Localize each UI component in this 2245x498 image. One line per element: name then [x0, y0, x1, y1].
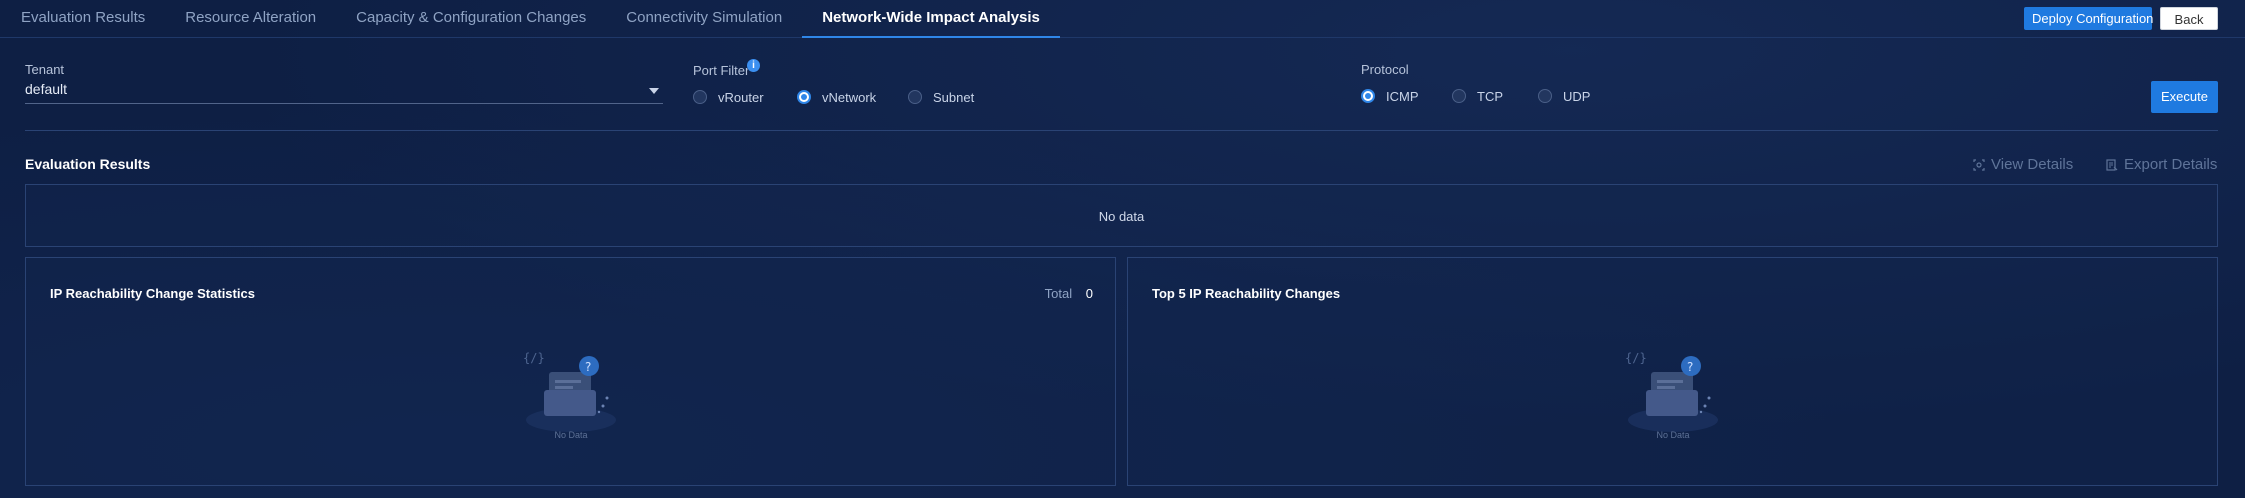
tab-resource-alteration[interactable]: Resource Alteration [165, 0, 336, 38]
tab-connectivity-simulation[interactable]: Connectivity Simulation [606, 0, 802, 38]
total-label: Total [1044, 286, 1073, 301]
svg-text:{/}: {/} [1625, 351, 1647, 365]
evaluation-results-title: Evaluation Results [25, 156, 151, 172]
port-radio-vrouter[interactable]: vRouter [693, 88, 764, 106]
port-option-label: vNetwork [822, 89, 877, 105]
empty-state-text: No Data [1656, 430, 1690, 440]
tenant-select[interactable]: default [25, 80, 663, 104]
info-icon[interactable]: i [747, 59, 760, 72]
protocol-radio-tcp[interactable]: TCP [1452, 87, 1503, 105]
view-details-button[interactable]: View Details [1973, 156, 2073, 173]
protocol-option-label: ICMP [1386, 88, 1419, 104]
empty-state-text: No Data [554, 430, 588, 440]
top-tab-bar: Evaluation Results Resource Alteration C… [0, 0, 2245, 38]
radio-dot [797, 90, 811, 104]
tenant-label: Tenant [25, 62, 65, 77]
deploy-configuration-button[interactable]: Deploy Configuration [2024, 7, 2153, 30]
radio-dot [1361, 89, 1375, 103]
port-option-label: vRouter [718, 89, 764, 105]
tab-list: Evaluation Results Resource Alteration C… [0, 0, 1060, 38]
tab-network-wide-impact-analysis[interactable]: Network-Wide Impact Analysis [802, 0, 1060, 38]
port-filter-label: Port Filter [693, 63, 750, 78]
radio-dot [1452, 89, 1466, 103]
no-data-illustration-icon: {/} ? [523, 351, 616, 432]
protocol-radio-icmp[interactable]: ICMP [1361, 87, 1419, 105]
tab-capacity-configuration-changes[interactable]: Capacity & Configuration Changes [336, 0, 606, 38]
panel-title: Top 5 IP Reachability Changes [1152, 286, 1341, 301]
empty-state-text: No data [1098, 209, 1145, 224]
view-details-label: View Details [1991, 156, 2074, 173]
port-radio-vnetwork[interactable]: vNetwork [797, 88, 876, 106]
export-details-button[interactable]: Export Details [2106, 156, 2217, 173]
no-data-illustration-icon: {/} ? [1625, 351, 1718, 432]
total-count: Total 0 [1045, 286, 1093, 301]
tab-evaluation-results[interactable]: Evaluation Results [0, 0, 165, 38]
total-value: 0 [1085, 286, 1093, 301]
svg-text:{/}: {/} [523, 351, 545, 365]
radio-dot [908, 90, 922, 104]
svg-text:?: ? [1687, 360, 1693, 374]
port-option-label: Subnet [933, 89, 975, 105]
tenant-value: default [25, 81, 68, 97]
export-details-label: Export Details [2124, 156, 2218, 173]
execute-button[interactable]: Execute [2151, 81, 2218, 113]
panel-title: IP Reachability Change Statistics [50, 286, 255, 301]
port-radio-subnet[interactable]: Subnet [908, 88, 974, 106]
export-icon [2106, 158, 2118, 171]
evaluation-results-table: No data [25, 184, 2218, 247]
svg-text:?: ? [585, 360, 591, 374]
protocol-radio-udp[interactable]: UDP [1538, 87, 1590, 105]
protocol-option-label: TCP [1477, 88, 1503, 104]
divider [25, 130, 2218, 131]
view-details-icon [1973, 158, 1985, 171]
ip-reachability-stats-panel: IP Reachability Change Statistics Total … [25, 257, 1116, 486]
protocol-option-label: UDP [1563, 88, 1591, 104]
protocol-label: Protocol [1361, 62, 1409, 77]
back-button[interactable]: Back [2160, 7, 2218, 30]
radio-dot [693, 90, 707, 104]
chevron-down-icon [649, 88, 659, 94]
radio-dot [1538, 89, 1552, 103]
top5-ip-reachability-panel: Top 5 IP Reachability Changes {/} ? No D… [1127, 257, 2218, 486]
